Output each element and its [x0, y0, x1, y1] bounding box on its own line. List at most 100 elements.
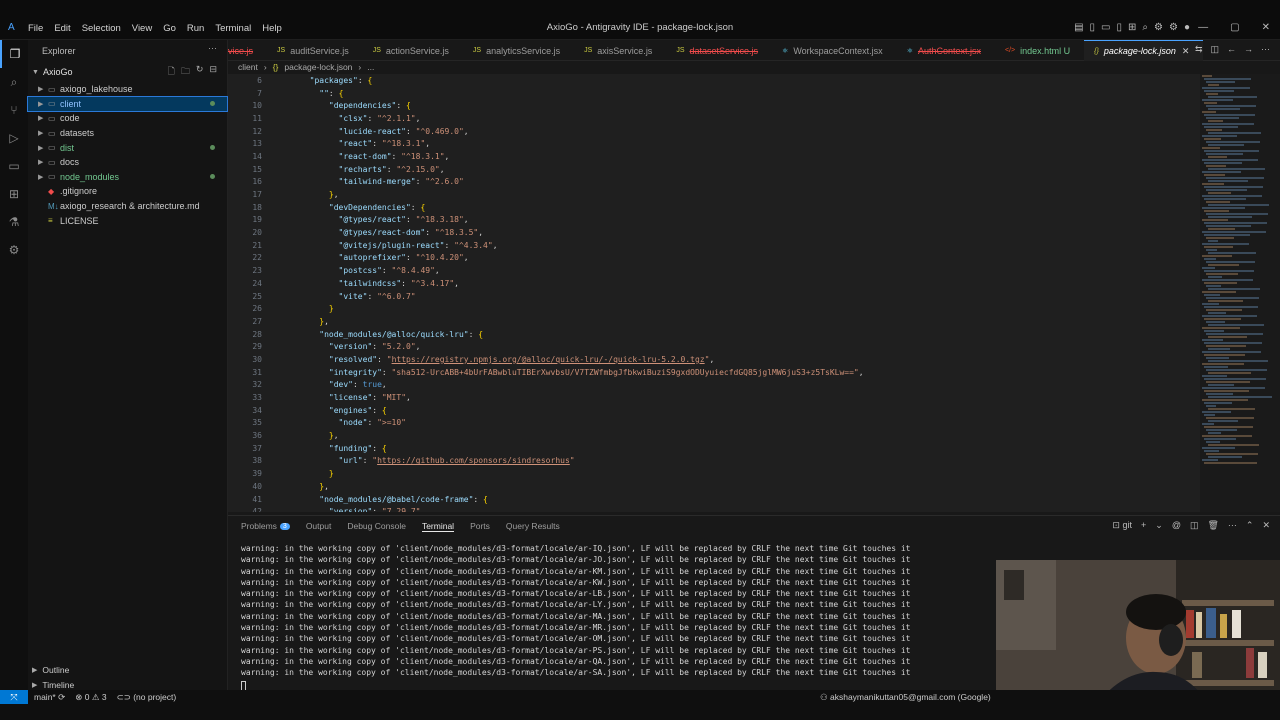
code-line[interactable]: 18 "devDependencies": {: [228, 201, 1200, 214]
go-back-icon[interactable]: ←: [1227, 44, 1236, 55]
maximize-panel-icon[interactable]: ⌃: [1246, 520, 1254, 531]
tab-analytics-service[interactable]: JS analyticsService.js: [463, 40, 574, 61]
tab-output[interactable]: Output: [306, 521, 332, 531]
code-line[interactable]: 23 "postcss": "^8.4.49",: [228, 264, 1200, 277]
maximize-icon[interactable]: ▢: [1230, 22, 1239, 33]
tree-item-node-modules[interactable]: ▶ ▭ node_modules: [28, 170, 227, 185]
new-folder-icon[interactable]: 🗀: [181, 64, 190, 80]
tab-dataset-service[interactable]: JS datasetService.js: [666, 40, 772, 61]
mention-icon[interactable]: @: [1172, 520, 1181, 531]
trash-icon[interactable]: 🗑: [1207, 520, 1218, 531]
breadcrumb-folder[interactable]: client: [238, 62, 258, 74]
terminal-shell[interactable]: ⊡ git: [1112, 520, 1132, 531]
workspace-root[interactable]: ▼ AxioGo 🗋 🗀 ↻ ⊟: [28, 62, 227, 82]
tab-terminal[interactable]: Terminal: [421, 521, 455, 532]
tree-item-datasets[interactable]: ▶ ▭ datasets: [28, 126, 227, 141]
tab-package-lock[interactable]: {} package-lock.json ✕: [1084, 40, 1204, 61]
source-control-diff-icon[interactable]: ⇆: [1195, 44, 1203, 55]
code-line[interactable]: 30 "resolved": "https://registry.npmjs.o…: [228, 353, 1200, 366]
code-line[interactable]: 33 "license": "MIT",: [228, 391, 1200, 404]
remote-indicator-icon[interactable]: ⤧: [0, 690, 28, 704]
code-line[interactable]: 38 "url": "https://github.com/sponsors/s…: [228, 455, 1200, 468]
tree-item-code[interactable]: ▶ ▭ code: [28, 111, 227, 126]
tab-workspace-context[interactable]: ⚛ WorkspaceContext.jsx: [772, 40, 897, 61]
extensions-view-icon[interactable]: ⊞: [0, 180, 28, 208]
toggle-sidebar-icon[interactable]: ▯: [1090, 22, 1096, 33]
tab-debug-console[interactable]: Debug Console: [347, 521, 406, 531]
minimize-icon[interactable]: —: [1198, 22, 1208, 33]
project-indicator[interactable]: ⊂⊃ (no project): [117, 692, 177, 703]
source-control-icon[interactable]: ⑂: [0, 96, 28, 124]
code-line[interactable]: 12 "lucide-react": "^0.469.0",: [228, 125, 1200, 138]
toggle-secondary-sidebar-icon[interactable]: ▯: [1117, 22, 1123, 33]
code-line[interactable]: 31 "integrity": "sha512-UrcABB+4bUrFABwb…: [228, 366, 1200, 379]
tab-index-html[interactable]: </> index.html U: [995, 40, 1084, 61]
tab-audit-service[interactable]: JS auditService.js: [267, 40, 363, 61]
tab-ports[interactable]: Ports: [470, 521, 490, 531]
split-terminal-icon[interactable]: ◫: [1190, 520, 1199, 531]
go-forward-icon[interactable]: →: [1244, 44, 1253, 55]
code-line[interactable]: 41 "node_modules/@babel/code-frame": {: [228, 493, 1200, 506]
customize-layout-icon[interactable]: ⊞: [1128, 22, 1136, 33]
tree-item-license[interactable]: ≡ LICENSE: [28, 213, 227, 228]
close-window-icon[interactable]: ✕: [1262, 22, 1270, 33]
remote-explorer-icon[interactable]: ▭: [0, 152, 28, 180]
code-line[interactable]: 16 "tailwind-merge": "^2.6.0": [228, 176, 1200, 189]
minimap[interactable]: [1200, 74, 1280, 512]
code-line[interactable]: 34 "engines": {: [228, 404, 1200, 417]
code-line[interactable]: 11 "clsx": "^2.1.1",: [228, 112, 1200, 125]
code-line[interactable]: 10 "dependencies": {: [228, 99, 1200, 112]
layout-panel-icon[interactable]: ▤: [1074, 22, 1083, 33]
outline-section[interactable]: ▶ Outline: [28, 662, 228, 677]
tree-item-docs[interactable]: ▶ ▭ docs: [28, 155, 227, 170]
code-line[interactable]: 42 "version": "7.29.7",: [228, 505, 1200, 512]
search-icon[interactable]: ⌕: [1142, 22, 1148, 33]
extensions-icon[interactable]: ⚙: [1154, 22, 1163, 33]
code-line[interactable]: 20 "@types/react-dom": "^18.3.5",: [228, 226, 1200, 239]
collapse-all-icon[interactable]: ⊟: [209, 64, 217, 80]
tree-item-client[interactable]: ▶ ▭ client: [27, 95, 228, 113]
code-line[interactable]: 25 "vite": "^6.0.7": [228, 290, 1200, 303]
code-line[interactable]: 6 "packages": {: [228, 74, 1200, 87]
code-line[interactable]: 7 "": {: [228, 87, 1200, 100]
code-line[interactable]: 22 "autoprefixer": "^10.4.20",: [228, 252, 1200, 265]
code-line[interactable]: 40 },: [228, 480, 1200, 493]
testing-icon[interactable]: ⚗: [0, 208, 28, 236]
tab-query-results[interactable]: Query Results: [506, 521, 560, 531]
tab-axis-service[interactable]: JS axisService.js: [574, 40, 666, 61]
close-tab-icon[interactable]: ✕: [1182, 46, 1190, 57]
explorer-icon[interactable]: ❐: [0, 40, 28, 68]
code-line[interactable]: 15 "recharts": "^2.15.0",: [228, 163, 1200, 176]
breadcrumb-more[interactable]: ...: [367, 62, 374, 74]
code-line[interactable]: 35 "node": ">=10": [228, 417, 1200, 430]
code-line[interactable]: 24 "tailwindcss": "^3.4.17",: [228, 277, 1200, 290]
tab-vice-js[interactable]: vice.js: [228, 40, 267, 61]
code-line[interactable]: 26 }: [228, 302, 1200, 315]
code-line[interactable]: 14 "react-dom": "^18.3.1",: [228, 150, 1200, 163]
more-actions-icon[interactable]: ···: [1228, 520, 1237, 531]
search-view-icon[interactable]: ⌕: [0, 68, 28, 96]
close-panel-icon[interactable]: ✕: [1262, 520, 1270, 531]
split-editor-icon[interactable]: ◫: [1210, 44, 1219, 55]
tab-auth-context[interactable]: ⚛ AuthContext.jsx: [897, 40, 995, 61]
account-status[interactable]: ⚇ akshaymanikuttan05@gmail.com (Google): [820, 692, 991, 703]
run-debug-icon[interactable]: ▷: [0, 124, 28, 152]
more-actions-icon[interactable]: ···: [208, 43, 217, 53]
code-line[interactable]: 13 "react": "^18.3.1",: [228, 137, 1200, 150]
new-file-icon[interactable]: 🗋: [168, 64, 175, 80]
new-terminal-icon[interactable]: +: [1141, 520, 1146, 531]
code-line[interactable]: 21 "@vitejs/plugin-react": "^4.3.4",: [228, 239, 1200, 252]
chevron-down-icon[interactable]: ⌄: [1155, 520, 1163, 531]
branch-indicator[interactable]: main* ⟳: [34, 692, 65, 703]
code-line[interactable]: 32 "dev": true,: [228, 379, 1200, 392]
tab-problems[interactable]: Problems 3: [241, 521, 290, 531]
code-line[interactable]: 37 "funding": {: [228, 442, 1200, 455]
database-icon[interactable]: ⚙: [0, 236, 28, 264]
account-avatar[interactable]: ●: [1184, 22, 1190, 33]
code-line[interactable]: 28 "node_modules/@alloc/quick-lru": {: [228, 328, 1200, 341]
code-line[interactable]: 36 },: [228, 429, 1200, 442]
refresh-icon[interactable]: ↻: [196, 64, 204, 80]
settings-icon[interactable]: ⚙: [1169, 22, 1178, 33]
tree-item-architecture-md[interactable]: M↓ axiogo_research & architecture.md: [28, 199, 227, 214]
code-line[interactable]: 39 }: [228, 467, 1200, 480]
